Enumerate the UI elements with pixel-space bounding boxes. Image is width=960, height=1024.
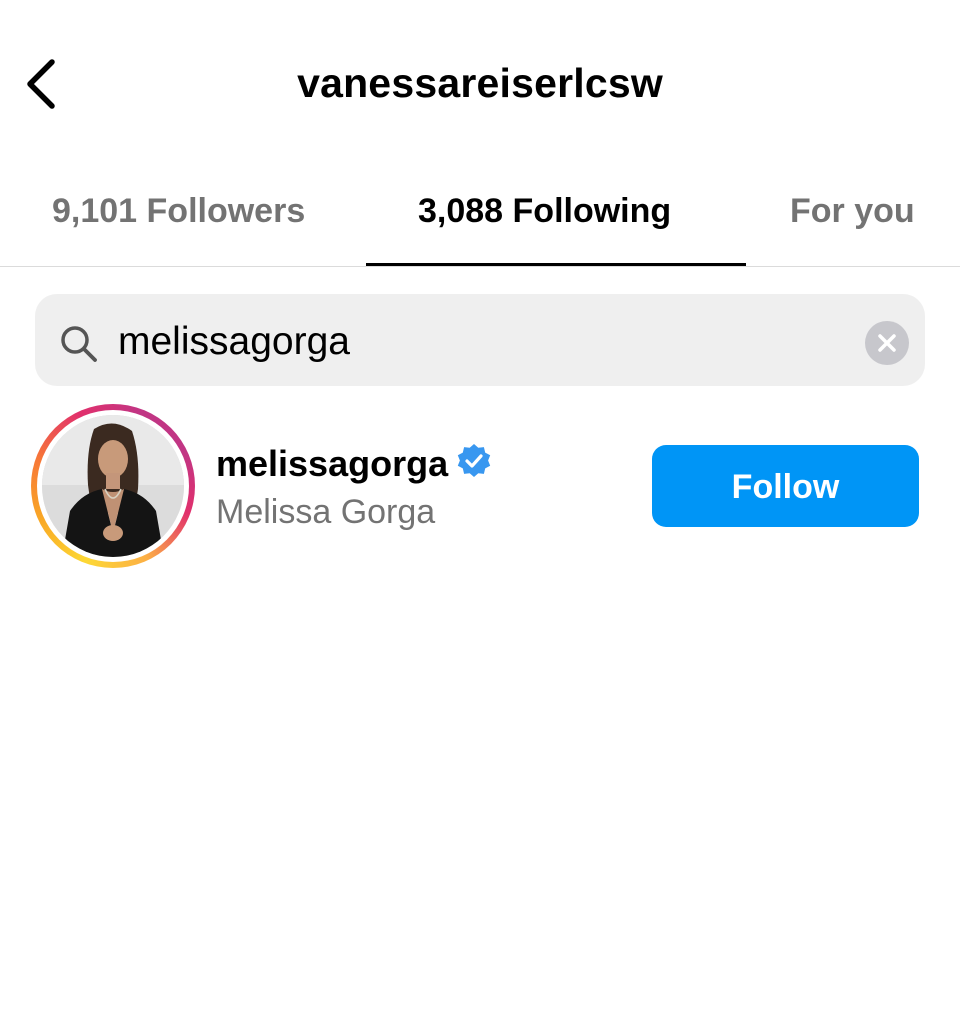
tab-for-you[interactable]: For you — [790, 186, 915, 236]
full-name: Melissa Gorga — [216, 493, 436, 531]
list-item[interactable]: melissagorga Melissa Gorga Follow — [0, 400, 960, 570]
search-icon — [58, 323, 100, 365]
tab-following[interactable]: 3,088 Following — [418, 186, 671, 236]
avatar — [42, 415, 184, 557]
follow-button[interactable]: Follow — [652, 445, 919, 527]
username-link[interactable]: melissagorga — [216, 440, 492, 488]
tab-bar: 9,101 Followers 3,088 Following For you — [0, 172, 960, 267]
page-title: vanessareiserlcsw — [297, 60, 663, 106]
search-input[interactable] — [118, 316, 838, 368]
username: melissagorga — [216, 443, 449, 484]
clear-icon — [878, 334, 896, 352]
active-tab-indicator — [366, 263, 746, 266]
tab-followers[interactable]: 9,101 Followers — [52, 186, 305, 236]
story-ring[interactable] — [31, 404, 195, 568]
header: vanessareiserlcsw — [0, 0, 960, 160]
verified-badge-icon — [456, 443, 492, 479]
clear-search-button[interactable] — [865, 321, 909, 365]
